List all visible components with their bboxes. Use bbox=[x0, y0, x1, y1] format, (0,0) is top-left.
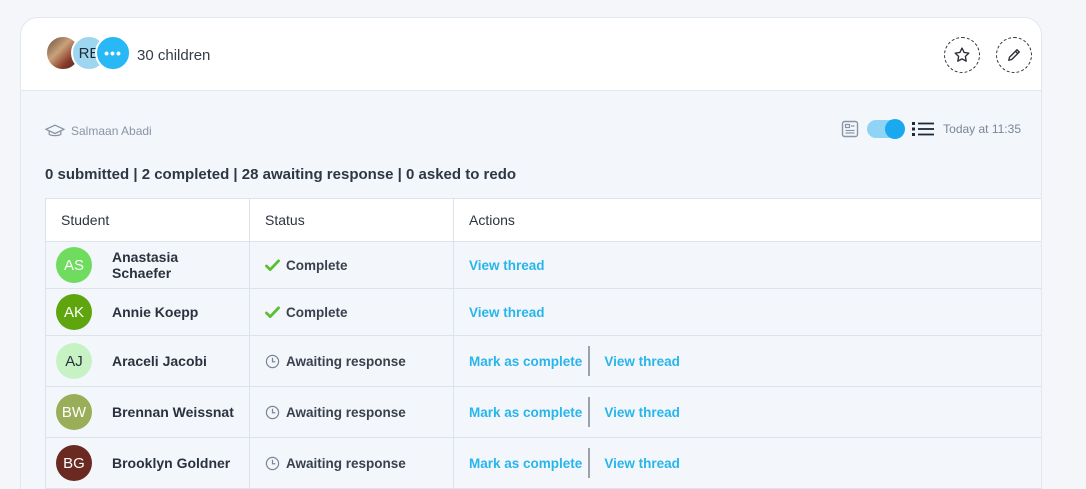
status-badge: Awaiting response bbox=[265, 456, 438, 471]
teacher-info: Salmaan Abadi bbox=[45, 124, 152, 138]
view-thread-link[interactable]: View thread bbox=[604, 456, 680, 471]
children-count: 30 children bbox=[137, 47, 211, 64]
student-avatar: BG bbox=[56, 445, 92, 481]
mark-as-complete-link[interactable]: Mark as complete bbox=[469, 456, 582, 471]
action-separator bbox=[588, 346, 591, 376]
column-header-status[interactable]: Status bbox=[249, 198, 454, 242]
column-header-student[interactable]: Student bbox=[45, 198, 250, 242]
student-cell: AJ Araceli Jacobi bbox=[45, 335, 250, 387]
status-badge: Complete bbox=[265, 305, 438, 320]
status-cell: Awaiting response bbox=[249, 437, 454, 489]
status-cell: Complete bbox=[249, 288, 454, 336]
clock-icon bbox=[265, 456, 280, 470]
star-icon bbox=[954, 47, 970, 62]
children-avatar-stack[interactable]: RE ••• bbox=[45, 35, 135, 71]
table-body: AS Anastasia Schaefer Complete View thread A… bbox=[45, 241, 1041, 489]
student-avatar: AS bbox=[56, 247, 92, 283]
table-row: AK Annie Koepp Complete View thread bbox=[45, 288, 1041, 336]
student-name[interactable]: Annie Koepp bbox=[112, 304, 198, 320]
view-thread-link[interactable]: View thread bbox=[469, 258, 545, 273]
status-label: Complete bbox=[286, 304, 348, 320]
status-label: Awaiting response bbox=[286, 353, 406, 369]
pencil-icon bbox=[1008, 49, 1020, 61]
teacher-name: Salmaan Abadi bbox=[71, 124, 152, 138]
student-cell: AS Anastasia Schaefer bbox=[45, 241, 250, 289]
actions-cell: Mark as complete View thread bbox=[453, 386, 1041, 438]
graduation-cap-icon bbox=[45, 124, 65, 137]
list-view-icon[interactable] bbox=[911, 120, 935, 138]
status-cell: Awaiting response bbox=[249, 386, 454, 438]
card-view-icon[interactable] bbox=[841, 120, 859, 138]
view-thread-link[interactable]: View thread bbox=[469, 305, 545, 320]
status-cell: Complete bbox=[249, 241, 454, 289]
activity-card: RE ••• 30 children Salmaan Abadi Today a… bbox=[20, 17, 1042, 489]
view-toggle-knob bbox=[885, 119, 906, 139]
actions-cell: Mark as complete View thread bbox=[453, 335, 1041, 387]
view-toggle[interactable] bbox=[867, 119, 906, 139]
student-cell: BW Brennan Weissnat bbox=[45, 386, 250, 438]
status-badge: Awaiting response bbox=[265, 405, 438, 420]
action-separator bbox=[588, 448, 591, 478]
student-name[interactable]: Brennan Weissnat bbox=[112, 404, 234, 420]
student-name[interactable]: Brooklyn Goldner bbox=[112, 455, 230, 471]
status-label: Complete bbox=[286, 257, 348, 273]
mark-as-complete-link[interactable]: Mark as complete bbox=[469, 405, 582, 420]
status-label: Awaiting response bbox=[286, 455, 406, 471]
student-name[interactable]: Anastasia Schaefer bbox=[112, 249, 234, 281]
student-name[interactable]: Araceli Jacobi bbox=[112, 353, 207, 369]
action-separator bbox=[588, 397, 591, 427]
meta-row: Salmaan Abadi Today at 11:35 bbox=[45, 119, 1021, 144]
clock-icon bbox=[265, 354, 280, 368]
actions-cell: Mark as complete View thread bbox=[453, 437, 1041, 489]
table-row: AJ Araceli Jacobi Awaiting response Mark as… bbox=[45, 335, 1041, 387]
check-icon bbox=[265, 258, 280, 271]
table-row: BG Brooklyn Goldner Awaiting response Mark … bbox=[45, 437, 1041, 489]
actions-cell: View thread bbox=[453, 241, 1041, 289]
status-label: Awaiting response bbox=[286, 404, 406, 420]
submission-summary: 0 submitted | 2 completed | 28 awaiting … bbox=[45, 166, 517, 183]
view-thread-link[interactable]: View thread bbox=[604, 405, 680, 420]
student-cell: AK Annie Koepp bbox=[45, 288, 250, 336]
clock-icon bbox=[265, 405, 280, 419]
column-header-actions: Actions bbox=[453, 198, 1041, 242]
view-thread-link[interactable]: View thread bbox=[604, 354, 680, 369]
table-row: BW Brennan Weissnat Awaiting response Mark … bbox=[45, 386, 1041, 438]
status-badge: Complete bbox=[265, 258, 438, 273]
student-avatar: BW bbox=[56, 394, 92, 430]
student-avatar: AJ bbox=[56, 343, 92, 379]
view-tools: Today at 11:35 bbox=[841, 119, 1021, 139]
mark-as-complete-link[interactable]: Mark as complete bbox=[469, 354, 582, 369]
status-cell: Awaiting response bbox=[249, 335, 454, 387]
student-cell: BG Brooklyn Goldner bbox=[45, 437, 250, 489]
favorite-button[interactable] bbox=[944, 37, 980, 73]
status-badge: Awaiting response bbox=[265, 354, 438, 369]
card-header: RE ••• 30 children bbox=[21, 18, 1041, 91]
check-icon bbox=[265, 305, 280, 318]
edit-button[interactable] bbox=[996, 37, 1032, 73]
student-avatar: AK bbox=[56, 294, 92, 330]
actions-cell: View thread bbox=[453, 288, 1041, 336]
table-header-row: Student Status Actions bbox=[45, 198, 1041, 242]
more-children-button[interactable]: ••• bbox=[95, 35, 131, 71]
students-table: Student Status Actions AS Anastasia Schae… bbox=[45, 198, 1041, 489]
timestamp: Today at 11:35 bbox=[943, 122, 1021, 136]
table-row: AS Anastasia Schaefer Complete View thread bbox=[45, 241, 1041, 289]
